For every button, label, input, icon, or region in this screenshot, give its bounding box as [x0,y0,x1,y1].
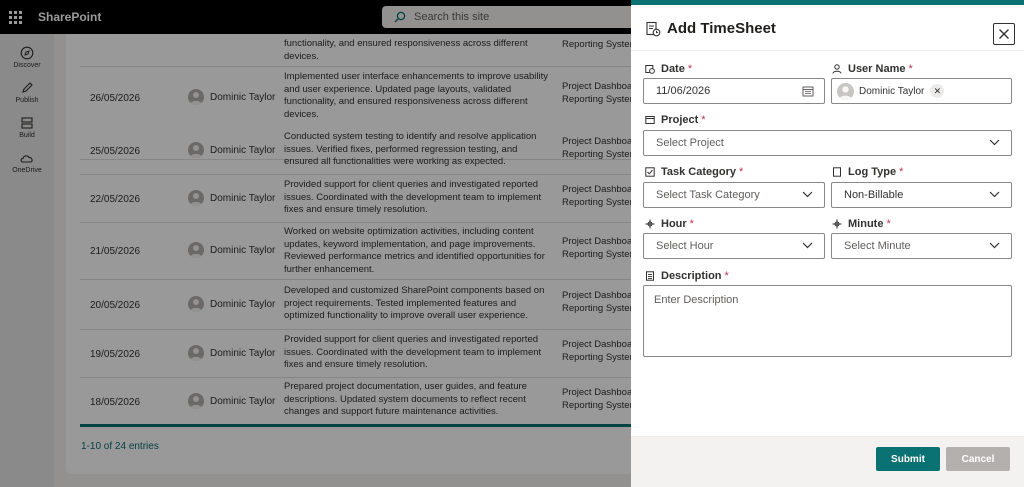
date-picker[interactable]: 11/06/2026 [643,78,825,104]
panel-accent-bar [631,0,1024,5]
panel-title: Add TimeSheet [667,20,776,37]
hour-label-text: Hour [661,218,687,230]
chevron-down-icon [989,242,1000,249]
selected-user-persona: Dominic Taylor ✕ [837,82,945,100]
checkbox-icon [645,167,655,177]
task-category-label-text: Task Category [661,166,736,178]
chevron-down-icon [802,242,813,249]
minute-label: Minute * [832,218,891,230]
task-category-placeholder: Select Task Category [656,189,760,201]
close-button[interactable] [993,23,1015,45]
selected-user-name: Dominic Taylor [859,85,925,97]
project-icon [645,116,655,124]
calendar-clock-icon [645,65,655,74]
project-placeholder: Select Project [656,137,724,149]
move-icon [832,219,842,229]
date-label: Date * [645,63,692,75]
required-mark: * [886,218,891,230]
log-type-dropdown[interactable]: Non-Billable [831,182,1012,208]
project-dropdown[interactable]: Select Project [643,130,1012,156]
log-type-label: Log Type * [832,166,903,178]
username-label: User Name * [832,63,913,75]
required-mark: * [689,218,694,230]
hour-label: Hour * [645,218,694,230]
minute-label-text: Minute [848,218,884,230]
people-picker[interactable]: Dominic Taylor ✕ [831,78,1012,104]
task-category-label: Task Category * [645,166,743,178]
date-value: 11/06/2026 [656,85,711,97]
chevron-down-icon [989,191,1000,198]
minute-dropdown[interactable]: Select Minute [831,233,1012,259]
chevron-down-icon [802,191,813,198]
chevron-down-icon [989,139,1000,146]
submit-button[interactable]: Submit [876,447,940,471]
project-label-text: Project [661,114,699,126]
description-label-text: Description [661,270,722,282]
remove-user-icon[interactable]: ✕ [930,84,945,98]
username-label-text: User Name [848,63,906,75]
panel-header-divider [631,50,1024,51]
timesheet-icon [646,21,661,36]
calendar-icon[interactable] [802,85,814,97]
hour-placeholder: Select Hour [656,240,714,252]
log-type-label-text: Log Type [848,166,897,178]
document-icon [833,167,841,177]
close-icon [999,29,1009,39]
log-type-value: Non-Billable [844,189,904,201]
hour-dropdown[interactable]: Select Hour [643,233,825,259]
notes-icon [646,271,654,281]
cancel-button[interactable]: Cancel [946,447,1010,471]
person-icon [832,64,842,74]
required-mark: * [687,63,693,75]
panel-header: Add TimeSheet [645,20,776,37]
description-label: Description * [645,270,729,282]
avatar [837,82,854,100]
required-mark: * [724,270,729,282]
task-category-dropdown[interactable]: Select Task Category [643,182,825,208]
minute-placeholder: Select Minute [844,240,911,252]
required-mark: * [701,114,706,126]
project-label: Project * [645,114,706,126]
modal-overlay[interactable] [0,0,631,487]
description-textarea[interactable]: Enter Description [643,285,1012,357]
date-label-text: Date [661,63,685,75]
description-placeholder: Enter Description [654,294,739,306]
required-mark: * [908,63,913,75]
required-mark: * [899,166,904,178]
move-icon [645,219,655,229]
required-mark: * [739,166,744,178]
